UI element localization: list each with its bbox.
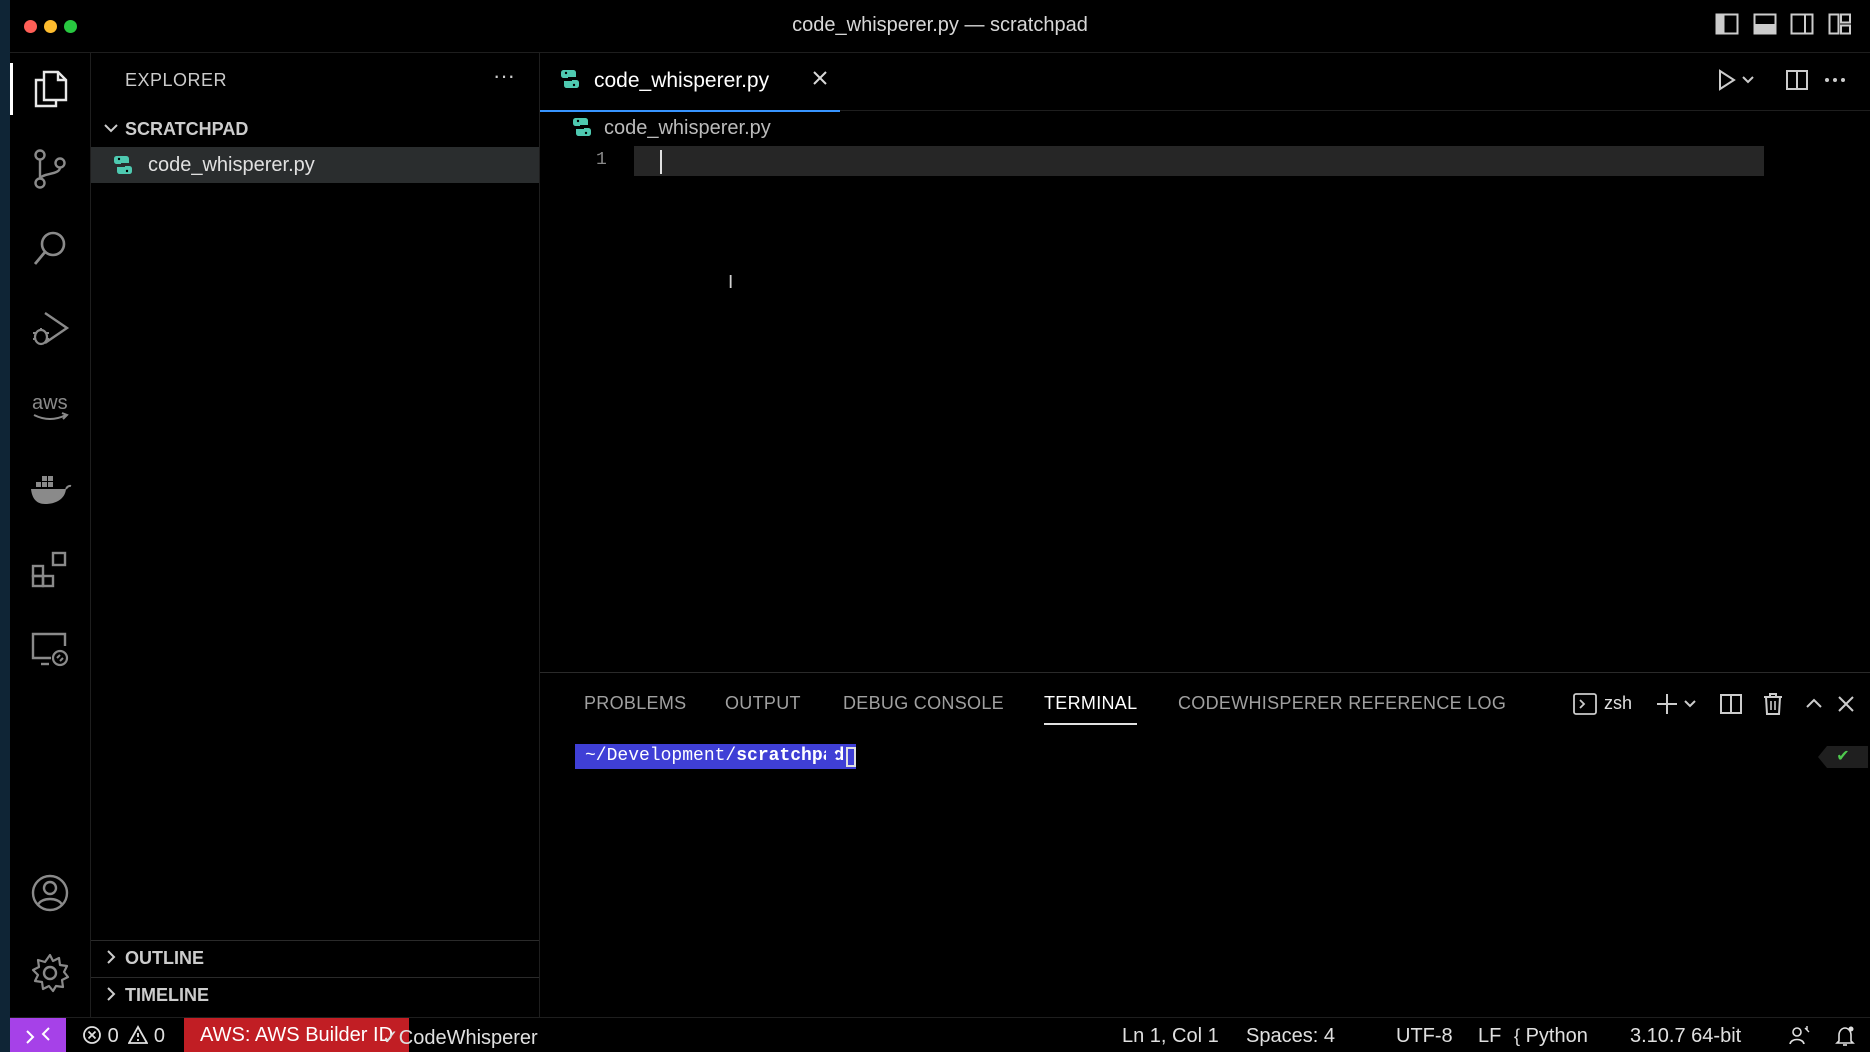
accounts-icon[interactable]	[24, 867, 76, 919]
search-icon[interactable]	[24, 223, 76, 275]
status-bar: 0 0 AWS: AWS Builder ID ✓CodeWhisperer L…	[10, 1017, 1870, 1052]
terminal-cursor	[846, 747, 856, 767]
terminal-dropdown-chevron-down-icon[interactable]	[1682, 691, 1698, 722]
chevron-right-icon	[103, 984, 119, 1009]
warning-icon	[127, 1025, 149, 1044]
python-file-icon	[560, 69, 580, 94]
problems-status[interactable]: 0 0	[82, 1025, 165, 1048]
error-icon	[83, 1026, 101, 1044]
codewhisperer-status[interactable]: ✓CodeWhisperer	[382, 1025, 538, 1050]
close-tab-icon[interactable]	[810, 67, 830, 95]
aws-icon[interactable]: aws	[24, 383, 76, 435]
python-file-icon	[113, 155, 133, 180]
customize-layout-icon[interactable]	[1828, 13, 1856, 39]
prompt-status-check-icon: ✔	[1818, 746, 1868, 768]
encoding-status[interactable]: UTF-8	[1396, 1025, 1453, 1048]
breadcrumb-file[interactable]: code_whisperer.py	[604, 117, 771, 140]
error-count: 0	[107, 1025, 119, 1047]
new-terminal-plus-icon[interactable]	[1654, 691, 1680, 722]
window-title: code_whisperer.py — scratchpad	[792, 14, 1088, 36]
check-icon: ✓	[382, 1027, 399, 1049]
cursor-position[interactable]: Ln 1, Col 1	[1122, 1025, 1219, 1048]
eol-status[interactable]: LF	[1478, 1025, 1501, 1048]
explorer-icon[interactable]	[10, 63, 76, 115]
folder-section-scratchpad[interactable]: SCRATCHPAD	[91, 112, 539, 146]
tab-terminal[interactable]: TERMINAL	[1044, 693, 1138, 725]
kill-terminal-trash-icon[interactable]	[1760, 691, 1786, 722]
vscode-window: code_whisperer.py — scratchpad aws EXPLO…	[10, 0, 1870, 1052]
chevron-right-icon	[103, 947, 119, 972]
file-item-code-whisperer[interactable]: code_whisperer.py	[91, 147, 539, 183]
terminal-shell-label[interactable]: zsh	[1604, 693, 1632, 714]
current-line-highlight	[634, 146, 1764, 176]
settings-gear-icon[interactable]	[24, 947, 76, 999]
python-interpreter[interactable]: 3.10.7 64-bit	[1630, 1025, 1741, 1048]
docker-icon[interactable]	[24, 463, 76, 515]
run-python-file-icon[interactable]	[1716, 67, 1738, 98]
sidebar-more-actions-button[interactable]: ···	[493, 63, 515, 89]
source-control-icon[interactable]	[24, 143, 76, 195]
prompt-path-prefix: ~/Development/	[585, 746, 737, 766]
extensions-icon[interactable]	[24, 543, 76, 595]
remote-window-button[interactable]	[10, 1018, 66, 1052]
toggle-primary-sidebar-icon[interactable]	[1715, 13, 1743, 39]
toggle-panel-icon[interactable]	[1753, 13, 1781, 39]
tab-codewhisperer-reference-log[interactable]: CODEWHISPERER REFERENCE LOG	[1178, 693, 1506, 714]
tab-output[interactable]: OUTPUT	[725, 693, 801, 714]
codewhisperer-label: CodeWhisperer	[398, 1027, 538, 1049]
warning-count: 0	[153, 1025, 165, 1047]
timeline-label: TIMELINE	[125, 985, 209, 1005]
split-terminal-icon[interactable]	[1718, 691, 1744, 722]
language-mode[interactable]: { Python	[1514, 1025, 1588, 1048]
split-editor-icon[interactable]	[1784, 67, 1810, 98]
outline-label: OUTLINE	[125, 948, 204, 968]
line-number: 1	[596, 150, 607, 170]
chevron-down-icon	[103, 118, 119, 143]
run-and-debug-icon[interactable]	[24, 303, 76, 355]
explorer-sidebar: EXPLORER ··· SCRATCHPAD code_whisperer.p…	[91, 53, 540, 1017]
tab-debug-console[interactable]: DEBUG CONSOLE	[843, 693, 1004, 714]
maximize-panel-chevron-up-icon[interactable]	[1802, 691, 1826, 722]
tab-code-whisperer[interactable]: code_whisperer.py	[540, 53, 840, 112]
title-bar: code_whisperer.py — scratchpad	[10, 0, 1870, 53]
feedback-icon[interactable]	[1788, 1025, 1810, 1052]
notifications-bell-icon[interactable]	[1834, 1025, 1856, 1052]
editor-more-actions-icon[interactable]	[1822, 67, 1848, 98]
indentation-status[interactable]: Spaces: 4	[1246, 1025, 1335, 1048]
tab-label: code_whisperer.py	[594, 69, 770, 92]
toggle-secondary-sidebar-icon[interactable]	[1790, 13, 1818, 39]
activity-bar: aws	[10, 53, 91, 1017]
mouse-ibeam-icon: I	[728, 272, 734, 293]
run-options-chevron-down-icon[interactable]	[1740, 67, 1756, 98]
language-label: Python	[1525, 1025, 1588, 1047]
file-label: code_whisperer.py	[148, 154, 315, 176]
remote-explorer-icon[interactable]	[24, 623, 76, 675]
terminal-prompt-path: ~/Development/scratchpad	[575, 744, 857, 769]
text-cursor	[660, 150, 662, 174]
editor-tab-bar: code_whisperer.py	[540, 53, 1870, 112]
svg-text:aws: aws	[32, 392, 68, 414]
prompt-arrow	[826, 744, 838, 768]
aws-connection-status[interactable]: AWS: AWS Builder ID	[184, 1018, 410, 1052]
sidebar-title: EXPLORER	[125, 70, 228, 90]
timeline-section[interactable]: TIMELINE	[91, 977, 539, 1012]
outline-section[interactable]: OUTLINE	[91, 940, 539, 975]
bottom-panel: PROBLEMS OUTPUT DEBUG CONSOLE TERMINAL C…	[540, 672, 1870, 1017]
close-panel-icon[interactable]	[1834, 691, 1858, 722]
folder-label: SCRATCHPAD	[125, 119, 249, 139]
terminal-icon	[1572, 691, 1598, 722]
python-file-icon	[572, 117, 592, 142]
code-editor[interactable]: 1 I	[540, 146, 1870, 671]
breadcrumb: code_whisperer.py	[540, 112, 1870, 144]
braces-icon: {	[1514, 1026, 1521, 1046]
tab-problems[interactable]: PROBLEMS	[584, 693, 686, 714]
